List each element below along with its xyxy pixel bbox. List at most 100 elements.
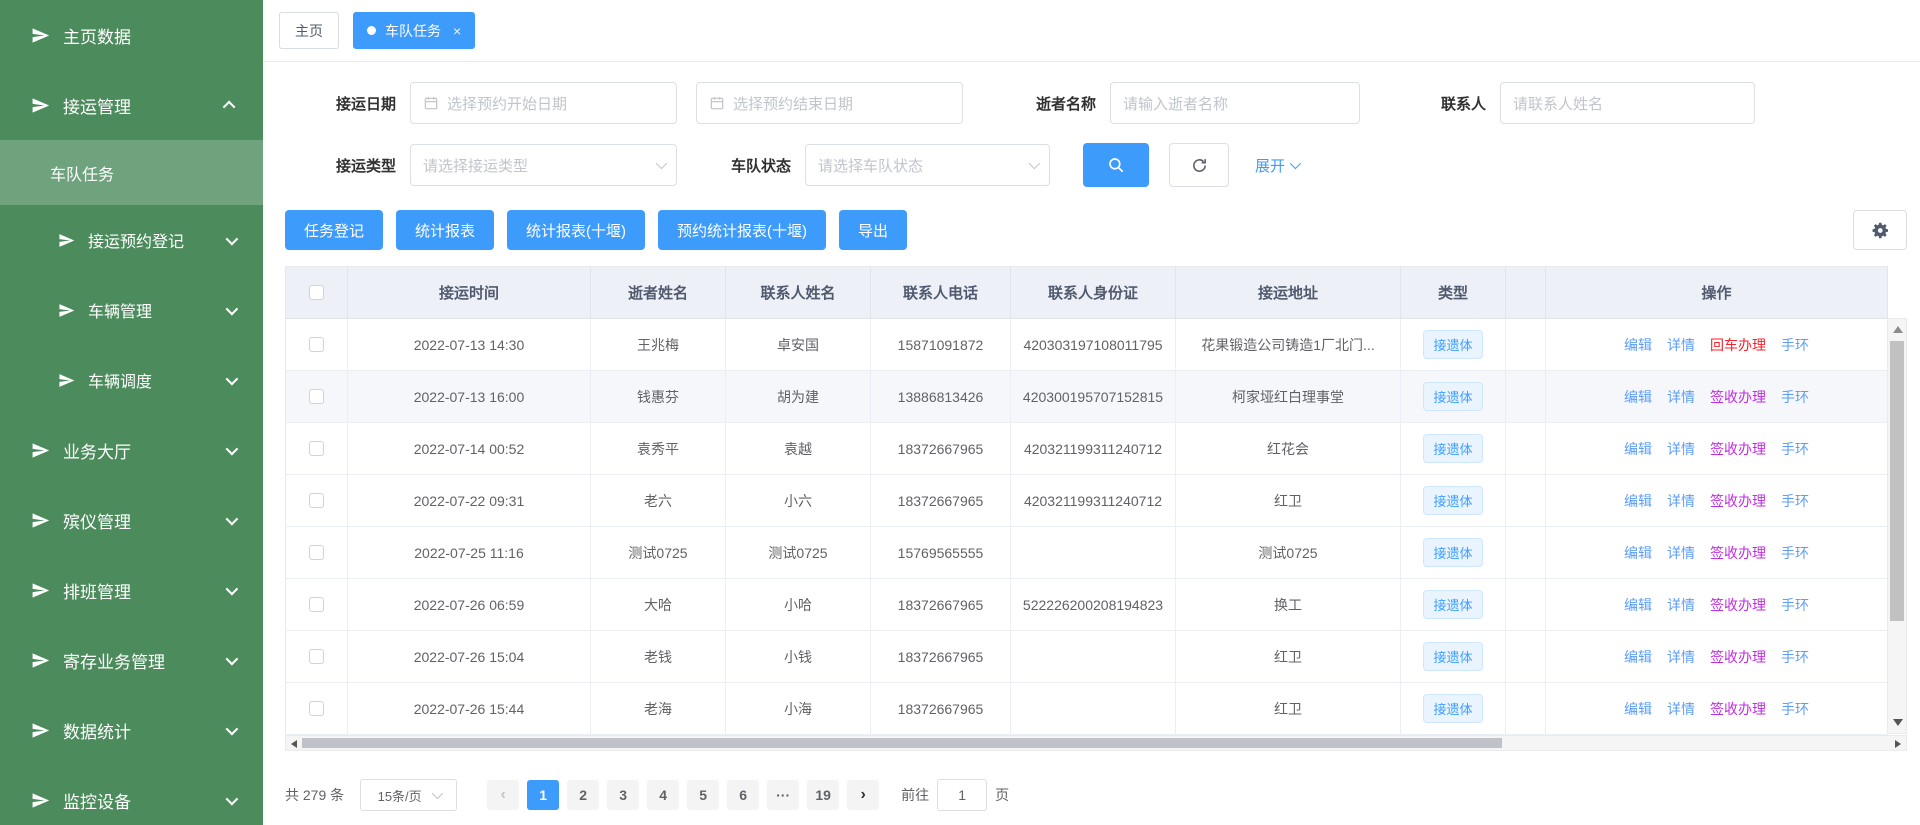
action-link[interactable]: 编辑 xyxy=(1624,387,1652,407)
action-link[interactable]: 手环 xyxy=(1781,335,1809,355)
page-button[interactable]: 5 xyxy=(687,780,719,810)
toolbar-button[interactable]: 统计报表(十堰) xyxy=(507,210,645,250)
search-button[interactable] xyxy=(1083,143,1149,187)
refresh-button[interactable] xyxy=(1169,143,1229,187)
row-checkbox[interactable] xyxy=(309,597,324,612)
goto-page-input[interactable] xyxy=(937,779,987,811)
action-link[interactable]: 手环 xyxy=(1781,491,1809,511)
action-link[interactable]: 详情 xyxy=(1667,439,1695,459)
action-link[interactable]: 手环 xyxy=(1781,699,1809,719)
sidebar-item[interactable]: 监控设备 xyxy=(0,765,263,825)
scroll-up-icon[interactable] xyxy=(1893,326,1903,333)
row-checkbox[interactable] xyxy=(309,389,324,404)
select-all-checkbox[interactable] xyxy=(309,285,324,300)
sidebar-item[interactable]: 数据统计 xyxy=(0,695,263,765)
action-link[interactable]: 编辑 xyxy=(1624,335,1652,355)
page-button[interactable]: 4 xyxy=(647,780,679,810)
chevron-down-icon xyxy=(226,442,239,455)
horizontal-scrollbar[interactable] xyxy=(285,735,1907,751)
cell-contact-id: 522226200208194823 xyxy=(1011,579,1176,631)
tab-home[interactable]: 主页 xyxy=(279,12,339,49)
expand-link[interactable]: 展开 xyxy=(1255,143,1298,187)
action-link[interactable]: 详情 xyxy=(1667,699,1695,719)
fleet-status-select[interactable]: 请选择车队状态 xyxy=(805,144,1050,186)
action-link[interactable]: 详情 xyxy=(1667,595,1695,615)
column-settings-button[interactable] xyxy=(1853,210,1907,250)
action-link[interactable]: 手环 xyxy=(1781,439,1809,459)
sidebar-item[interactable]: 寄存业务管理 xyxy=(0,625,263,695)
action-link[interactable]: 签收办理 xyxy=(1710,699,1766,719)
page-size-select[interactable]: 15条/页 xyxy=(360,779,457,811)
row-checkbox[interactable] xyxy=(309,337,324,352)
sidebar-item[interactable]: 主页数据 xyxy=(0,0,263,70)
toolbar-button[interactable]: 任务登记 xyxy=(285,210,383,250)
sidebar-item[interactable]: 业务大厅 xyxy=(0,415,263,485)
action-link[interactable]: 详情 xyxy=(1667,543,1695,563)
paper-plane-icon xyxy=(31,651,50,670)
action-link[interactable]: 编辑 xyxy=(1624,699,1652,719)
sidebar-item[interactable]: 殡仪管理 xyxy=(0,485,263,555)
action-link[interactable]: 手环 xyxy=(1781,387,1809,407)
row-checkbox[interactable] xyxy=(309,493,324,508)
action-link[interactable]: 编辑 xyxy=(1624,543,1652,563)
action-link[interactable]: 编辑 xyxy=(1624,647,1652,667)
sidebar-item[interactable]: 车队任务 xyxy=(0,140,263,205)
vertical-scrollbar[interactable] xyxy=(1887,318,1907,734)
action-link[interactable]: 回车办理 xyxy=(1710,335,1766,355)
next-page-button[interactable]: › xyxy=(847,780,879,810)
action-link[interactable]: 签收办理 xyxy=(1710,595,1766,615)
action-link[interactable]: 编辑 xyxy=(1624,595,1652,615)
page-button[interactable]: 3 xyxy=(607,780,639,810)
date-end-input[interactable]: 选择预约结束日期 xyxy=(696,82,963,124)
page-button[interactable]: 2 xyxy=(567,780,599,810)
cell-contact-id xyxy=(1011,527,1176,579)
toolbar-button[interactable]: 预约统计报表(十堰) xyxy=(658,210,826,250)
chevron-down-icon xyxy=(1029,158,1040,169)
action-link[interactable]: 编辑 xyxy=(1624,491,1652,511)
action-link[interactable]: 签收办理 xyxy=(1710,647,1766,667)
scroll-right-icon[interactable] xyxy=(1895,740,1901,748)
row-checkbox[interactable] xyxy=(309,441,324,456)
horizontal-scrollbar-thumb[interactable] xyxy=(302,738,1502,748)
action-link[interactable]: 详情 xyxy=(1667,491,1695,511)
cell-deceased-name: 老钱 xyxy=(591,631,726,683)
action-link[interactable]: 手环 xyxy=(1781,543,1809,563)
sidebar-item-label: 业务大厅 xyxy=(63,438,131,463)
sidebar-item[interactable]: 接运预约登记 xyxy=(0,205,263,275)
row-checkbox[interactable] xyxy=(309,649,324,664)
date-start-input[interactable]: 选择预约开始日期 xyxy=(410,82,677,124)
action-link[interactable]: 编辑 xyxy=(1624,439,1652,459)
sidebar-item[interactable]: 车辆调度 xyxy=(0,345,263,415)
contact-name-input[interactable]: 请联系人姓名 xyxy=(1500,82,1755,124)
sidebar-item[interactable]: 车辆管理 xyxy=(0,275,263,345)
row-checkbox[interactable] xyxy=(309,545,324,560)
action-link[interactable]: 签收办理 xyxy=(1710,387,1766,407)
date-start-placeholder: 选择预约开始日期 xyxy=(447,93,567,114)
sidebar-item[interactable]: 接运管理 xyxy=(0,70,263,140)
action-link[interactable]: 详情 xyxy=(1667,335,1695,355)
main-content: 主页 车队任务 × 接运日期 选择预约开始日期 选择预约结束日期 逝者名称 xyxy=(263,0,1920,825)
page-ellipsis-button[interactable]: ··· xyxy=(767,780,799,810)
tab-fleet-task[interactable]: 车队任务 × xyxy=(353,12,475,49)
prev-page-button[interactable]: ‹ xyxy=(487,780,519,810)
action-link[interactable]: 详情 xyxy=(1667,387,1695,407)
action-link[interactable]: 签收办理 xyxy=(1710,543,1766,563)
pickup-type-select[interactable]: 请选择接运类型 xyxy=(410,144,677,186)
action-link[interactable]: 签收办理 xyxy=(1710,439,1766,459)
toolbar-button[interactable]: 统计报表 xyxy=(396,210,494,250)
page-button[interactable]: 6 xyxy=(727,780,759,810)
page-button[interactable]: 1 xyxy=(527,780,559,810)
close-icon[interactable]: × xyxy=(453,23,461,39)
sidebar-item[interactable]: 排班管理 xyxy=(0,555,263,625)
action-link[interactable]: 手环 xyxy=(1781,647,1809,667)
scroll-down-icon[interactable] xyxy=(1893,719,1903,726)
page-button[interactable]: 19 xyxy=(807,780,839,810)
vertical-scrollbar-thumb[interactable] xyxy=(1890,341,1904,621)
toolbar-button[interactable]: 导出 xyxy=(839,210,907,250)
action-link[interactable]: 详情 xyxy=(1667,647,1695,667)
action-link[interactable]: 签收办理 xyxy=(1710,491,1766,511)
row-checkbox[interactable] xyxy=(309,701,324,716)
deceased-name-input[interactable]: 请输入逝者名称 xyxy=(1110,82,1360,124)
action-link[interactable]: 手环 xyxy=(1781,595,1809,615)
scroll-left-icon[interactable] xyxy=(291,740,297,748)
